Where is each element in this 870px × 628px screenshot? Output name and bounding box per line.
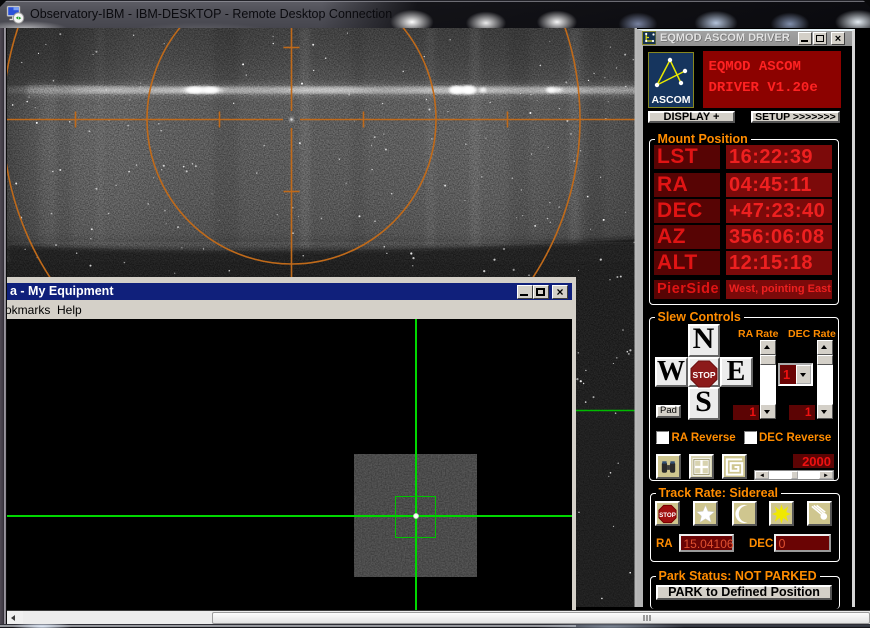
svg-text:STOP: STOP <box>692 370 715 380</box>
svg-text:ASCOM: ASCOM <box>651 94 690 106</box>
svg-text:STOP: STOP <box>659 511 676 518</box>
